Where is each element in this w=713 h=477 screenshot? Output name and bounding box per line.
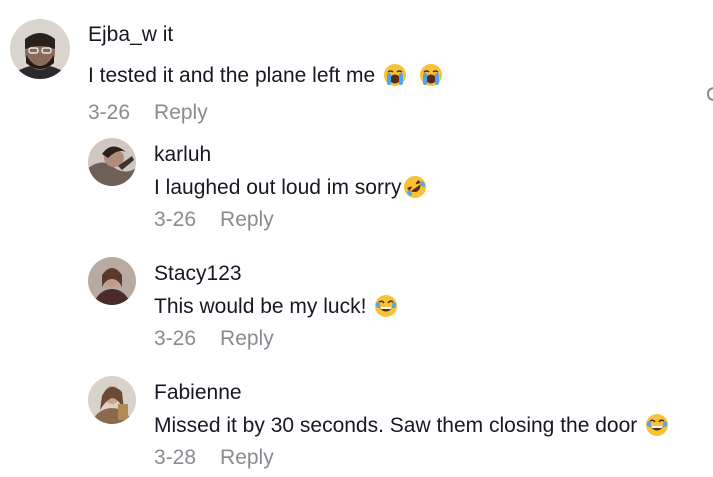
comment-item: Ejba_w it I tested it and the plane left… [0, 0, 713, 123]
comment-date: 3-28 [154, 446, 197, 469]
avatar[interactable] [88, 257, 136, 305]
comment-meta: 3-26 Reply [154, 328, 398, 349]
face-with-tears-of-joy-emoji [645, 413, 669, 437]
comment-meta: 3-28 Reply [154, 447, 669, 468]
comment-username[interactable]: karluh [154, 144, 427, 165]
comment-text: This would be my luck! [154, 294, 398, 318]
comment-item: Stacy123 This would be my luck! 3-26 Rep… [0, 249, 713, 359]
comment-username[interactable]: Stacy123 [154, 263, 398, 284]
comment-meta: 3-26 Reply [88, 102, 443, 123]
reply-button[interactable]: Reply [154, 102, 208, 123]
comment-date: 3-26 [154, 327, 197, 350]
avatar[interactable] [88, 138, 136, 186]
comment-username[interactable]: Ejba_w it [88, 24, 443, 45]
comment-text-body: I tested it and the plane left me [88, 63, 376, 87]
comment-item: Fabienne Missed it by 30 seconds. Saw th… [0, 368, 713, 477]
loudly-crying-face-emoji [419, 63, 443, 87]
comment-thread: Ejba_w it I tested it and the plane left… [0, 0, 713, 477]
comment-text-body: Missed it by 30 seconds. Saw them closin… [154, 413, 638, 437]
comment-date: 3-26 [154, 208, 197, 231]
reply-button[interactable]: Reply [220, 447, 274, 468]
comment-text-body: This would be my luck! [154, 294, 367, 318]
reply-button[interactable]: Reply [220, 209, 274, 230]
comment-meta: 3-26 Reply [154, 209, 427, 230]
comment-date: 3-26 [88, 101, 131, 124]
rolling-on-floor-laughing-emoji [403, 175, 427, 199]
comment-text: I tested it and the plane left me [88, 63, 443, 87]
like-heart-icon[interactable] [704, 85, 713, 103]
avatar[interactable] [88, 376, 136, 424]
face-with-tears-of-joy-emoji [374, 294, 398, 318]
reply-button[interactable]: Reply [220, 328, 274, 349]
emoji-group [375, 63, 443, 87]
comment-text-body: I laughed out loud im sorry [154, 175, 402, 199]
loudly-crying-face-emoji [383, 63, 407, 87]
comment-text: I laughed out loud im sorry [154, 175, 427, 199]
comment-username[interactable]: Fabienne [154, 382, 669, 403]
comment-item: karluh I laughed out loud im sorry 3-26 … [0, 130, 713, 240]
comment-text: Missed it by 30 seconds. Saw them closin… [154, 413, 669, 437]
avatar[interactable] [10, 19, 70, 79]
